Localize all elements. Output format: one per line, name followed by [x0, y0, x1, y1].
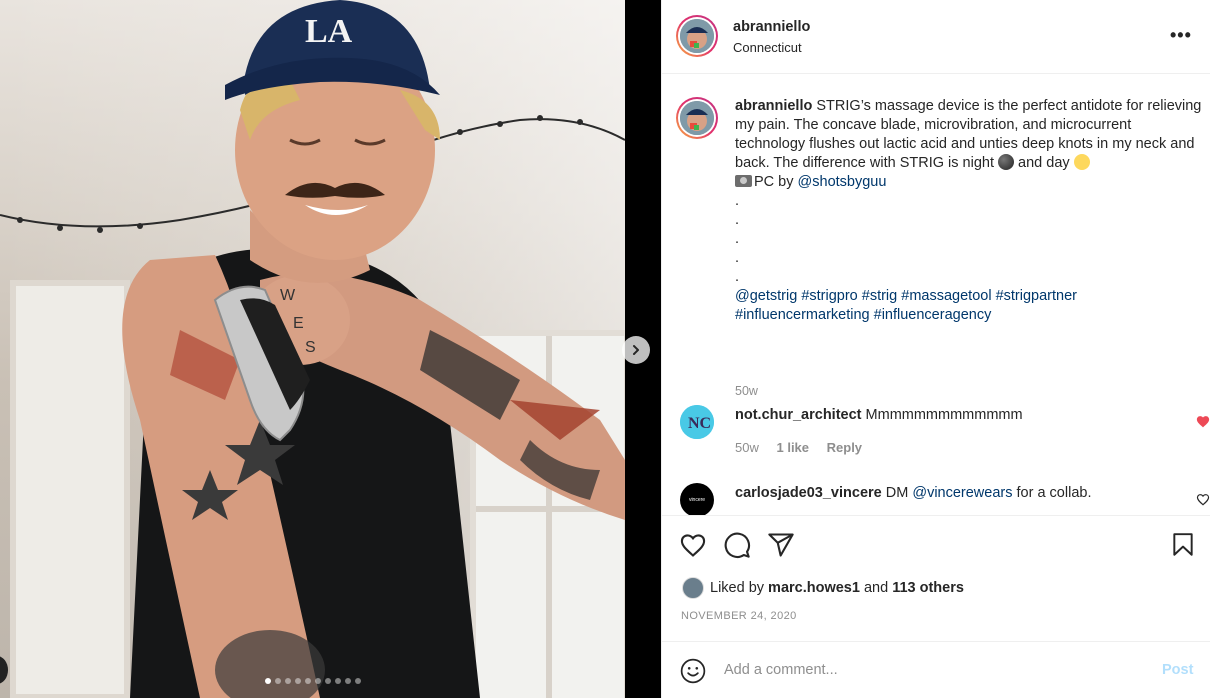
commenter-avatar[interactable]: vincere [680, 483, 714, 515]
caption-avatar-image [680, 101, 714, 135]
svg-text:E: E [293, 315, 304, 332]
comment-button[interactable] [722, 530, 752, 560]
commenter-avatar-image: NC [680, 405, 714, 439]
liked-by-row[interactable]: Liked by marc.howes1 and 113 others [682, 577, 964, 599]
comment-item: NC not.chur_architect Mmmmmmmmmmmmm 50w … [676, 405, 1210, 465]
author-avatar[interactable] [676, 15, 718, 57]
hashtag-link[interactable]: #strigpartner [996, 288, 1077, 304]
paper-plane-icon [768, 533, 794, 557]
svg-text:S: S [305, 339, 316, 356]
caption-dot: . [735, 193, 740, 209]
caption-text: abranniello STRIG’s massage device is th… [735, 97, 1205, 325]
hashtag-link[interactable]: #influenceragency [874, 307, 992, 323]
photo-credit-handle[interactable]: @shotsbyguu [798, 174, 887, 190]
liker-avatar[interactable] [682, 577, 704, 599]
carousel-dot [344, 678, 351, 684]
caption-avatar[interactable] [676, 97, 718, 139]
caption-timestamp[interactable]: 50w [735, 384, 758, 398]
hashtag-link[interactable]: #massagetool [901, 288, 991, 304]
save-button[interactable] [1168, 530, 1198, 560]
carousel-dot [264, 678, 271, 684]
comments-section: abranniello STRIG’s massage device is th… [662, 75, 1210, 515]
hashtag-link[interactable]: #influencermarketing [735, 307, 870, 323]
svg-text:NC: NC [688, 415, 711, 432]
emoji-icon[interactable] [680, 658, 706, 684]
bookmark-icon [1173, 533, 1193, 556]
hashtag-link[interactable]: #strig [862, 288, 897, 304]
comment-input[interactable] [724, 658, 1144, 682]
mention-link[interactable]: @getstrig [735, 288, 797, 304]
post-location[interactable]: Connecticut [733, 40, 802, 55]
liked-by-others[interactable]: 113 others [892, 580, 964, 596]
caption-dot: . [735, 231, 740, 247]
carousel-next-button[interactable] [622, 336, 650, 364]
caption-username[interactable]: abranniello [735, 98, 812, 114]
carousel-dot [324, 678, 331, 684]
comment-text: not.chur_architect Mmmmmmmmmmmmm [735, 407, 1023, 423]
post-photo[interactable]: W E S LA [0, 0, 625, 698]
carousel-dot [294, 678, 301, 684]
liked-by-prefix: Liked by [710, 580, 765, 596]
comment-username[interactable]: carlosjade03_vincere [735, 485, 882, 501]
new-moon-emoji-icon [998, 154, 1015, 170]
post-date[interactable]: NOVEMBER 24, 2020 [681, 610, 797, 622]
add-comment-bar: Post [662, 641, 1210, 698]
post-comment-button[interactable]: Post [1162, 662, 1193, 678]
carousel-dot [334, 678, 341, 684]
comment-username[interactable]: not.chur_architect [735, 407, 862, 423]
caption-dot: . [735, 250, 740, 266]
comment-likes[interactable]: 1 like [776, 440, 809, 455]
heart-outline-icon[interactable] [1196, 493, 1210, 506]
commenter-avatar-text: vincere [688, 497, 706, 503]
svg-text:W: W [280, 287, 296, 304]
comment-body-2: for a collab. [1016, 485, 1092, 501]
comment-body: Mmmmmmmmmmmmm [865, 407, 1023, 423]
caption-dot: . [735, 212, 740, 228]
liked-by-and: and [863, 580, 889, 596]
comment-item: vincere carlosjade03_vincere DM @vincere… [676, 483, 1210, 515]
like-button[interactable] [678, 530, 708, 560]
author-avatar-image [680, 19, 714, 53]
carousel-dot [304, 678, 311, 684]
man-with-massage-tool: W E S LA [122, 0, 625, 698]
svg-text:LA: LA [305, 13, 353, 50]
post-actions: Liked by marc.howes1 and 113 others NOVE… [662, 515, 1210, 641]
caption-body-2: and day [1018, 155, 1070, 171]
comment-text: carlosjade03_vincere DM @vincerewears fo… [735, 485, 1091, 501]
post-details-panel: abranniello Connecticut ••• abranniello … [661, 0, 1210, 698]
carousel-dot [274, 678, 281, 684]
caption-dot: . [735, 269, 740, 285]
carousel-dot [284, 678, 291, 684]
instagram-post-modal: W E S LA abranniello Connecticut ••• abr… [0, 0, 1210, 698]
comment-reply-button[interactable]: Reply [827, 440, 862, 455]
share-button[interactable] [766, 530, 796, 560]
author-username[interactable]: abranniello [733, 19, 810, 35]
comment-time[interactable]: 50w [735, 440, 759, 455]
carousel-dot [354, 678, 361, 684]
heart-outline-icon [680, 534, 706, 557]
carousel-dot [314, 678, 321, 684]
hashtag-link[interactable]: #strigpro [801, 288, 857, 304]
comment-body: DM [885, 485, 909, 501]
heart-filled-icon[interactable] [1196, 415, 1210, 428]
carousel-indicator [0, 678, 625, 684]
commenter-avatar[interactable]: NC [680, 405, 714, 439]
more-options-button[interactable]: ••• [1170, 25, 1192, 46]
chevron-right-icon [633, 345, 639, 355]
photo-credit-prefix: PC by [754, 174, 794, 190]
post-header: abranniello Connecticut ••• [662, 0, 1210, 74]
comment-mention[interactable]: @vincerewears [912, 485, 1012, 501]
liked-by-user[interactable]: marc.howes1 [768, 580, 860, 596]
face-emoji-icon [1073, 154, 1090, 170]
camera-emoji-icon [735, 175, 752, 187]
speech-bubble-icon [724, 532, 750, 558]
comment-meta: 50w 1 like Reply [735, 440, 876, 455]
